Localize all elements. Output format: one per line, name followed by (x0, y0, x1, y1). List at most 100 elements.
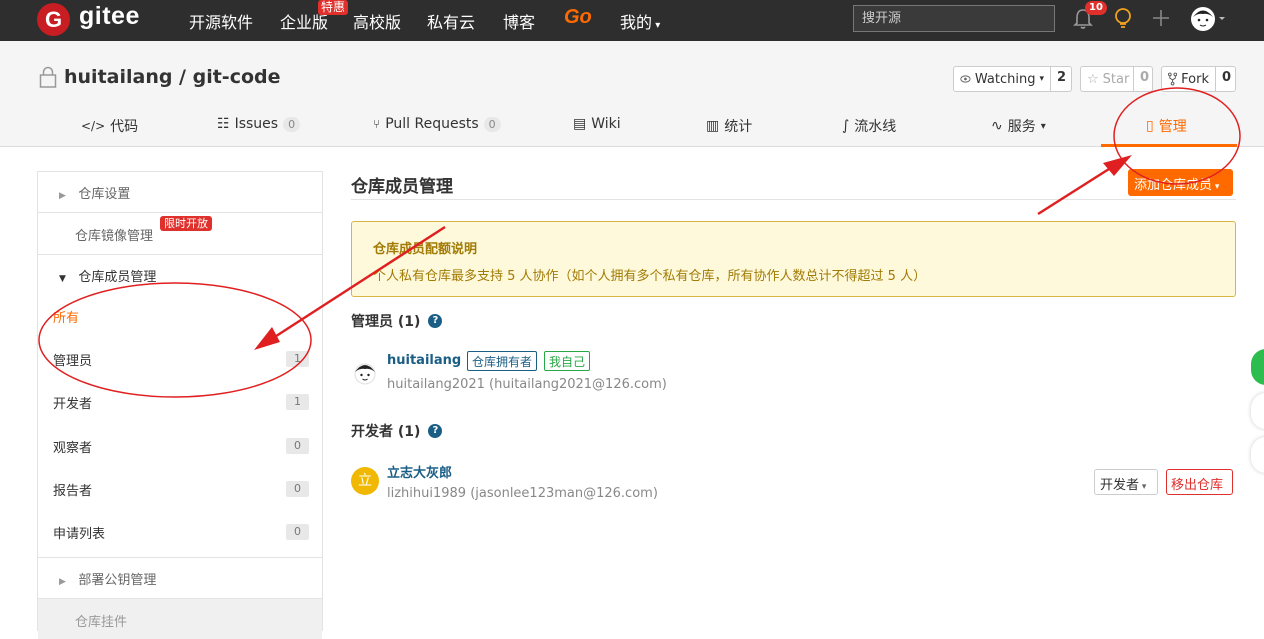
sidebar-devs-label: 开发者 (53, 397, 93, 412)
settings-sidebar: ▶ 仓库设置 仓库镜像管理 限时开放 ▼ 仓库成员管理 所有 管理员 1 开发者… (37, 171, 323, 639)
sidebar-hooks-label: 仓库挂件 (75, 615, 128, 630)
gitee-logo-icon[interactable]: G (37, 3, 70, 36)
sidebar-item-mirror[interactable]: 仓库镜像管理 (75, 225, 359, 244)
sidebar-repo-settings-label: 仓库设置 (78, 187, 131, 202)
devs-heading-label: 开发者 (1) (351, 424, 421, 440)
caret-down-icon: ▾ (1212, 182, 1220, 192)
sidebar-mirror-label: 仓库镜像管理 (75, 229, 154, 244)
watch-count[interactable]: 2 (1051, 67, 1072, 91)
tab-pipeline[interactable]: ∫ 流水线 (842, 116, 896, 136)
caret-right-icon: ▶ (59, 191, 66, 201)
member-name-dev[interactable]: 立志大灰郎 (387, 462, 452, 481)
tab-pull-requests[interactable]: ⑂ Pull Requests 0 (373, 116, 501, 132)
code-icon: </> (81, 119, 106, 133)
tab-manage[interactable]: ▯ 管理 (1146, 116, 1187, 136)
nav-blog[interactable]: 博客 (503, 9, 535, 33)
fork-label: Fork (1181, 71, 1209, 87)
sidebar-members-label: 仓库成员管理 (78, 270, 157, 285)
floating-help-button[interactable] (1251, 349, 1264, 385)
caret-down-icon: ▼ (59, 274, 66, 284)
pulse-icon: ∿ (991, 118, 1003, 134)
member-avatar[interactable] (353, 360, 377, 386)
divider (351, 199, 1236, 200)
member-sub-admin: huitailang2021 (huitailang2021@126.com) (387, 377, 667, 392)
help-icon[interactable]: ? (428, 314, 443, 328)
notice-title: 仓库成员配额说明 (373, 242, 478, 257)
notification-count-badge: 10 (1085, 1, 1107, 15)
nav-go[interactable]: Go (564, 6, 592, 29)
nav-mine[interactable]: 我的 ▾ (620, 9, 660, 33)
admins-section-heading: 管理员 (1)? (351, 311, 443, 331)
eye-icon (960, 75, 971, 83)
tab-stats[interactable]: ▥ 统计 (706, 116, 752, 136)
sidebar-item-deploy-keys[interactable]: ▶ 部署公钥管理 (59, 569, 343, 588)
caret-down-icon: ▾ (1040, 120, 1046, 132)
pipeline-icon: ∫ (842, 118, 850, 134)
tab-manage-label: 管理 (1158, 119, 1187, 135)
tab-service[interactable]: ∿ 服务 ▾ (991, 116, 1046, 136)
user-avatar[interactable] (1190, 6, 1226, 32)
lightbulb-icon[interactable] (1113, 7, 1133, 31)
add-member-button[interactable]: 添加仓库成员 ▾ (1128, 169, 1233, 196)
remove-member-button[interactable]: 移出仓库 (1166, 469, 1233, 495)
member-avatar-dev[interactable]: 立 (351, 467, 379, 495)
member-name-admin[interactable]: huitailang (387, 353, 461, 368)
add-member-label: 添加仓库成员 (1134, 178, 1213, 193)
top-navbar: G gitee 开源软件 企业版 特惠 高校版 私有云 博客 Go 我的 ▾ 1… (0, 0, 1264, 41)
fork-count[interactable]: 0 (1216, 67, 1237, 91)
lock-icon (39, 66, 57, 88)
tab-issues[interactable]: ☷ Issues 0 (217, 116, 301, 132)
fork-button[interactable]: Fork 0 (1161, 66, 1236, 92)
prs-count: 0 (483, 116, 501, 132)
book-icon: ▤ (573, 116, 587, 132)
tab-code[interactable]: </> 代码 (81, 116, 138, 136)
notice-text: 个人私有仓库最多支持 5 人协作（如个人拥有多个私有仓库，所有协作人数总计不得超… (373, 269, 927, 284)
floating-button[interactable] (1251, 437, 1264, 473)
devs-count: 1 (286, 394, 309, 410)
nav-private-cloud[interactable]: 私有云 (427, 9, 475, 33)
star-button[interactable]: ☆ Star 0 (1080, 66, 1153, 92)
sidebar-item-all[interactable]: 所有 (53, 307, 337, 326)
watch-label: Watching (974, 71, 1036, 87)
admins-heading-label: 管理员 (1) (351, 314, 421, 330)
repo-title[interactable]: huitailang / git-code (64, 66, 281, 88)
sidebar-observers-label: 观察者 (53, 441, 93, 456)
reporters-count: 0 (286, 481, 309, 497)
sidebar-item-members[interactable]: ▼ 仓库成员管理 (59, 266, 343, 285)
requests-count: 0 (286, 524, 309, 540)
sidebar-item-hooks[interactable]: 仓库挂件 (75, 611, 359, 630)
tab-wiki[interactable]: ▤ Wiki (573, 116, 621, 132)
tab-prs-label: Pull Requests (385, 116, 479, 132)
sidebar-item-repo-settings[interactable]: ▶ 仓库设置 (59, 183, 343, 202)
caret-right-icon: ▶ (59, 577, 66, 587)
star-label: Star (1102, 71, 1130, 87)
star-count[interactable]: 0 (1134, 67, 1155, 91)
gitee-logo-text[interactable]: gitee (79, 2, 140, 31)
tab-pipeline-label: 流水线 (854, 119, 897, 135)
floating-button[interactable] (1251, 393, 1264, 429)
devs-section-heading: 开发者 (1)? (351, 421, 443, 441)
annotation-arrow-1 (1037, 160, 1121, 216)
tab-service-label: 服务 (1007, 119, 1036, 135)
member-sub-dev: lizhihui1989 (jasonlee123man@126.com) (387, 486, 658, 501)
nav-open-source[interactable]: 开源软件 (189, 9, 253, 33)
pull-request-icon: ⑂ (373, 117, 381, 131)
sidebar-admins-label: 管理员 (53, 354, 93, 369)
tab-wiki-label: Wiki (591, 116, 621, 132)
caret-down-icon: ▾ (652, 20, 661, 31)
plus-icon[interactable] (1152, 9, 1170, 27)
divider (38, 557, 322, 558)
search-input[interactable] (853, 5, 1055, 32)
quota-notice: 仓库成员配额说明 个人私有仓库最多支持 5 人协作（如个人拥有多个私有仓库，所有… (351, 221, 1236, 297)
nav-education[interactable]: 高校版 (353, 9, 401, 33)
page-title: 仓库成员管理 (351, 177, 453, 197)
role-select[interactable]: 开发者 ▾ (1094, 469, 1158, 495)
watch-button[interactable]: Watching ▾ 2 (953, 66, 1072, 92)
help-icon[interactable]: ? (428, 424, 443, 438)
self-tag: 我自己 (544, 351, 591, 371)
divider (38, 254, 322, 255)
manage-doc-icon: ▯ (1146, 118, 1154, 134)
active-tab-underline (1101, 144, 1237, 147)
caret-down-icon: ▾ (1039, 74, 1044, 84)
nav-mine-label: 我的 (620, 13, 653, 32)
